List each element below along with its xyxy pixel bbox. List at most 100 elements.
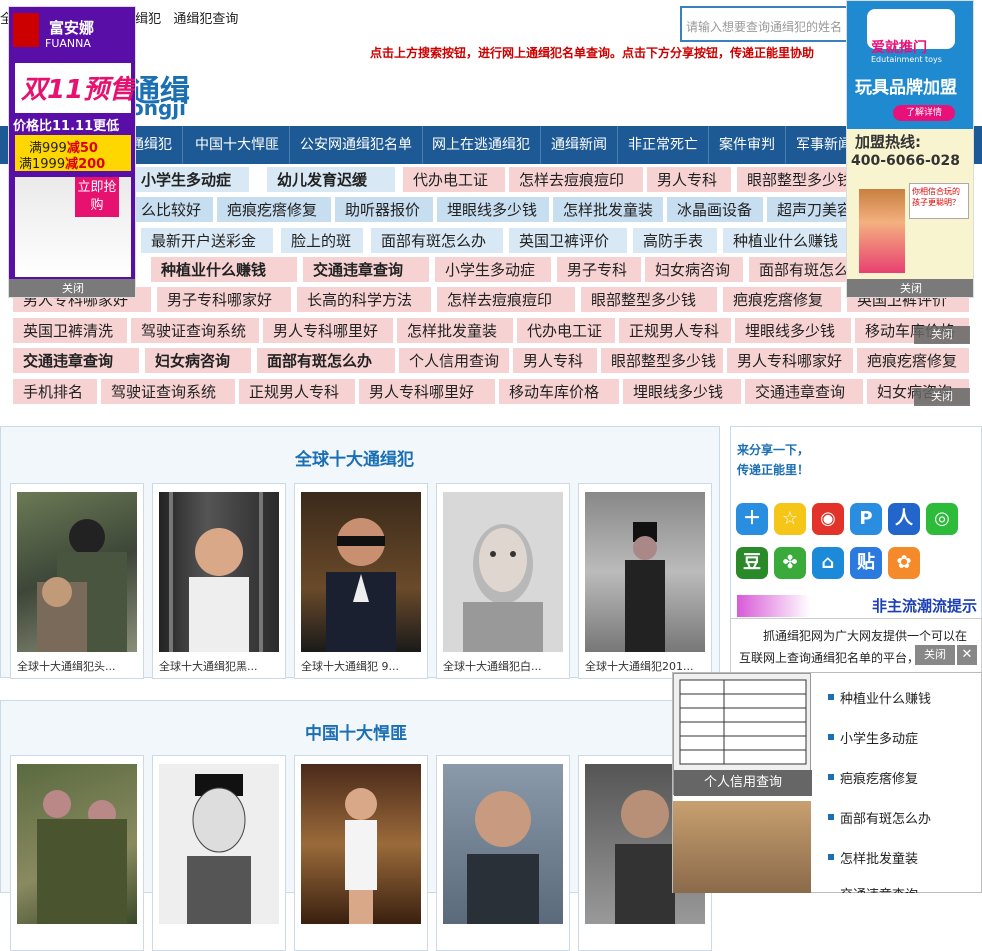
keyword-link[interactable]: 眼部整型多少钱 [580,286,718,313]
weibo-share-icon[interactable]: ◉ [812,503,844,535]
keyword-link[interactable]: 种植业什么赚钱 [150,256,298,283]
keyword-link[interactable]: 眼部整型多少钱 [736,166,852,193]
wanted-card[interactable]: 全球十大通缉犯201... [578,483,712,679]
keyword-link[interactable]: 男子专科哪家好 [156,286,292,313]
nav-item-police-list[interactable]: 公安网通缉犯名单 [290,126,423,164]
wechat-share-icon[interactable]: ◎ [926,503,958,535]
nav-item-trial[interactable]: 案件审判 [709,126,786,164]
tieba-share-icon[interactable]: 贴 [850,547,882,579]
bandit-card[interactable] [152,755,286,951]
nav-item-bandits[interactable]: 中国十大悍匪 [185,126,290,164]
popup-close-button[interactable]: 关闭 [915,645,955,665]
keyword-link[interactable]: 交通违章查询 [744,378,864,405]
keyword-link[interactable]: 面部有斑怎么 [748,256,852,283]
qzone-share-icon[interactable]: ☆ [774,503,806,535]
keyword-link[interactable]: 长高的科学方法 [296,286,432,313]
keyword-link[interactable]: 最新开户送彩金 [140,227,274,254]
keyword-link[interactable]: 男人专科哪家好 [726,347,854,374]
keyword-link[interactable]: 冰晶画设备 [666,196,764,223]
keyword-link[interactable]: 交通违章查询 [12,347,140,374]
bandit-card[interactable] [10,755,144,951]
search-input[interactable]: 请输入想要查询通缉犯的姓名 [680,6,860,42]
popup-list-item[interactable]: 怎样批发童装 [827,848,918,867]
keyword-link[interactable]: 脸上的斑 [280,227,364,254]
keyword-link[interactable]: 疤痕疙瘩修复 [856,347,970,374]
keyword-link[interactable]: 英国卫裤评价 [508,227,628,254]
home-share-icon[interactable]: ⌂ [812,547,844,579]
kaixin-share-icon[interactable]: ✤ [774,547,806,579]
nav-item-online-fugitives[interactable]: 网上在逃通缉犯 [422,126,541,164]
keyword-link[interactable]: 么比较好 [130,196,214,223]
ad-cta-button[interactable]: 立即抢购 [75,177,119,217]
keyword-link[interactable]: 个人信用查询 [398,347,510,374]
keyword-link[interactable]: 疤痕疙瘩修复 [216,196,332,223]
keyword-link[interactable]: 驾驶证查询系统 [100,378,236,405]
keyword-link[interactable]: 小学生多动症 [130,166,250,193]
keyword-link[interactable]: 埋眼线多少钱 [622,378,742,405]
keyword-link[interactable]: 正规男人专科 [618,317,732,344]
plus-share-icon[interactable]: ＋ [736,503,768,535]
wanted-card[interactable]: 全球十大通缉犯头... [10,483,144,679]
popup-list-item[interactable]: 种植业什么赚钱 [827,688,931,707]
keyword-link[interactable]: 男人专科哪里好 [358,378,496,405]
bandit-card[interactable] [294,755,428,951]
keyword-link[interactable]: 怎样批发童装 [552,196,664,223]
popup-list-item[interactable]: 疤痕疙瘩修复 [827,768,918,787]
keyword-link[interactable]: 男人专科 [646,166,732,193]
wanted-card[interactable]: 全球十大通缉犯黑... [152,483,286,679]
keyword-link[interactable]: 代办电工证 [402,166,506,193]
keyword-link[interactable]: 驾驶证查询系统 [130,317,260,344]
flower-share-icon[interactable]: ✿ [888,547,920,579]
keyword-link[interactable]: 埋眼线多少钱 [436,196,550,223]
close-button[interactable]: 关闭 [914,326,970,344]
keyword-link[interactable]: 埋眼线多少钱 [734,317,852,344]
keyword-link[interactable]: 怎样批发童装 [396,317,514,344]
wanted-card[interactable]: 全球十大通缉犯白... [436,483,570,679]
keyword-link[interactable]: 妇女病咨询 [144,347,252,374]
keyword-link[interactable]: 小学生多动症 [434,256,552,283]
bandit-card[interactable] [436,755,570,951]
keyword-link[interactable]: 妇女病咨询 [644,256,744,283]
keyword-link[interactable]: 助听器报价 [334,196,434,223]
right-floating-ad[interactable]: 爱就推门 Edutainment toys 玩具品牌加盟 了解详情 加盟热线: … [846,0,974,298]
popup-list-item[interactable]: 面部有斑怎么办 [827,808,931,827]
tencent-share-icon[interactable]: P [850,503,882,535]
keyword-link[interactable]: 怎样去痘痕痘印 [436,286,576,313]
close-button[interactable]: 关闭 [914,388,970,406]
keyword-link[interactable]: 疤痕疙瘩修复 [722,286,842,313]
keyword-link[interactable]: 正规男人专科 [238,378,356,405]
keyword-link[interactable]: 男人专科哪里好 [262,317,394,344]
learn-more-button[interactable]: 了解详情 [893,105,955,121]
share-panel: 来分享一下， 传递正能里！ ＋ ☆ ◉ P 人 ◎ 豆 ✤ ⌂ 贴 ✿ 非主流潮… [730,426,982,626]
keyword-link[interactable]: 种植业什么赚钱 [722,227,852,254]
document-thumbnail-icon[interactable]: 个人信用查询 [673,673,812,796]
douban-share-icon[interactable]: 豆 [736,547,768,579]
keyword-link[interactable]: 交通违章查询 [302,256,430,283]
renren-share-icon[interactable]: 人 [888,503,920,535]
wanted-card[interactable]: 全球十大通缉犯 9... [294,483,428,679]
keyword-link[interactable]: 眼部整型多少钱 [600,347,724,374]
nav-item-abnormal-death[interactable]: 非正常死亡 [618,126,709,164]
keyword-link[interactable]: 代办电工证 [516,317,616,344]
keyword-link[interactable]: 英国卫裤清洗 [12,317,128,344]
keyword-link[interactable]: 高防手表 [632,227,718,254]
keyword-link[interactable]: 移动车库价格 [498,378,620,405]
keyword-link[interactable]: 超声刀美容 [766,196,852,223]
top-link-2[interactable]: 缉犯 [135,12,161,27]
keyword-link[interactable]: 幼儿发育迟缓 [266,166,396,193]
popup-list-item[interactable]: 交通违章查询 [840,884,918,893]
keyword-link[interactable]: 男子专科 [556,256,642,283]
keyword-link[interactable]: 怎样去痘痕痘印 [508,166,644,193]
close-icon[interactable]: ✕ [957,645,977,665]
trend-banner: 非主流潮流提示 [737,595,981,617]
keyword-link[interactable]: 面部有斑怎么办 [370,227,504,254]
keyword-link[interactable]: 面部有斑怎么办 [256,347,396,374]
left-ad-close-button[interactable]: 关闭 [9,279,135,297]
keyword-link[interactable]: 男人专科 [512,347,598,374]
right-ad-close-button[interactable]: 关闭 [847,279,973,297]
keyword-link[interactable]: 手机排名 [12,378,98,405]
nav-item-news[interactable]: 通缉新闻 [541,126,618,164]
popup-list-item[interactable]: 小学生多动症 [827,728,918,747]
left-floating-ad[interactable]: 富安娜 FUANNA 双11预售 价格比11.11更低 满999减50 满199… [8,6,136,298]
top-link-3[interactable]: 通缉犯查询 [173,12,238,27]
